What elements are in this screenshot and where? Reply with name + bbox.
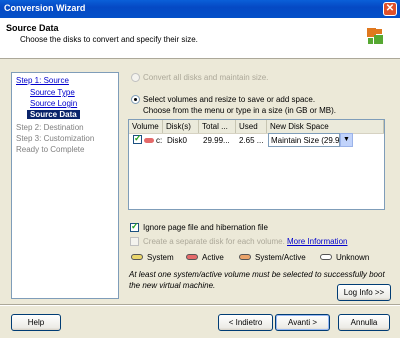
- more-information-link[interactable]: More Information: [287, 237, 347, 246]
- footer-separator: [0, 304, 400, 306]
- active-legend-icon: [186, 254, 198, 260]
- window-title: Conversion Wizard: [4, 3, 86, 13]
- used-cell: 2.65 ...: [239, 136, 264, 145]
- system-active-legend-icon: [239, 254, 251, 260]
- nav-step1-source[interactable]: Step 1: Source: [16, 76, 69, 85]
- convert-all-radio: [131, 73, 140, 82]
- close-button[interactable]: ✕: [383, 2, 397, 16]
- wizard-steps-panel: Step 1: Source Source Type Source Login …: [11, 72, 119, 299]
- converter-logo-icon: [366, 27, 384, 45]
- nav-step3-customization: Step 3: Customization: [16, 134, 95, 143]
- boot-requirement-note-2: the new virtual machine.: [129, 281, 216, 290]
- select-volumes-label: Select volumes and resize to save or add…: [143, 95, 316, 104]
- help-button[interactable]: Help: [11, 314, 61, 331]
- col-new-disk-space[interactable]: New Disk Space: [267, 120, 384, 133]
- col-used[interactable]: Used: [236, 120, 267, 133]
- cancel-button[interactable]: Annulla: [338, 314, 390, 331]
- total-cell: 29.99...: [203, 136, 230, 145]
- volume-c-checkbox[interactable]: ✓: [133, 133, 142, 144]
- disks-cell: Disk0: [167, 136, 188, 145]
- boot-requirement-note: At least one system/active volume must b…: [129, 270, 385, 279]
- convert-all-label: Convert all disks and maintain size.: [143, 73, 269, 82]
- next-button[interactable]: Avanti >: [275, 314, 330, 331]
- new-disk-space-select[interactable]: Maintain Size (29.99 GB): [268, 133, 340, 147]
- legend-unknown: Unknown: [336, 253, 370, 262]
- col-volume[interactable]: Volume: [129, 120, 163, 133]
- legend-system-active: System/Active: [255, 253, 306, 262]
- ignore-pagefile-label: Ignore page file and hibernation file: [143, 223, 268, 232]
- select-volumes-hint: Choose from the menu or type in a size (…: [143, 106, 336, 115]
- system-legend-icon: [131, 254, 143, 260]
- active-disk-icon: [144, 138, 154, 144]
- back-button[interactable]: < Indietro: [218, 314, 273, 331]
- separate-disk-label: Create a separate disk for each volume.: [143, 237, 285, 246]
- unknown-legend-icon: [320, 254, 332, 260]
- select-volumes-radio[interactable]: [131, 95, 140, 104]
- nav-ready-to-complete: Ready to Complete: [16, 145, 85, 154]
- dropdown-arrow-icon[interactable]: ▼: [340, 133, 353, 147]
- volume-cell: c:: [144, 136, 164, 145]
- col-disks[interactable]: Disk(s): [163, 120, 199, 133]
- page-title: Source Data: [6, 23, 59, 33]
- legend-system: System: [147, 253, 174, 262]
- table-header: Volume Disk(s) Total ... Used New Disk S…: [129, 120, 384, 134]
- nav-source-type[interactable]: Source Type: [30, 88, 75, 97]
- title-bar: Conversion Wizard ✕: [0, 0, 400, 18]
- nav-step2-destination: Step 2: Destination: [16, 123, 84, 132]
- page-subtitle: Choose the disks to convert and specify …: [20, 35, 198, 44]
- separate-disk-checkbox: [130, 237, 139, 246]
- ignore-pagefile-checkbox[interactable]: ✓: [130, 221, 139, 232]
- nav-source-data[interactable]: Source Data: [27, 110, 80, 119]
- wizard-header: Source Data Choose the disks to convert …: [0, 18, 400, 59]
- nav-source-login[interactable]: Source Login: [30, 99, 77, 108]
- col-total[interactable]: Total ...: [199, 120, 236, 133]
- log-info-button[interactable]: Log Info >>: [337, 284, 391, 301]
- legend-active: Active: [202, 253, 224, 262]
